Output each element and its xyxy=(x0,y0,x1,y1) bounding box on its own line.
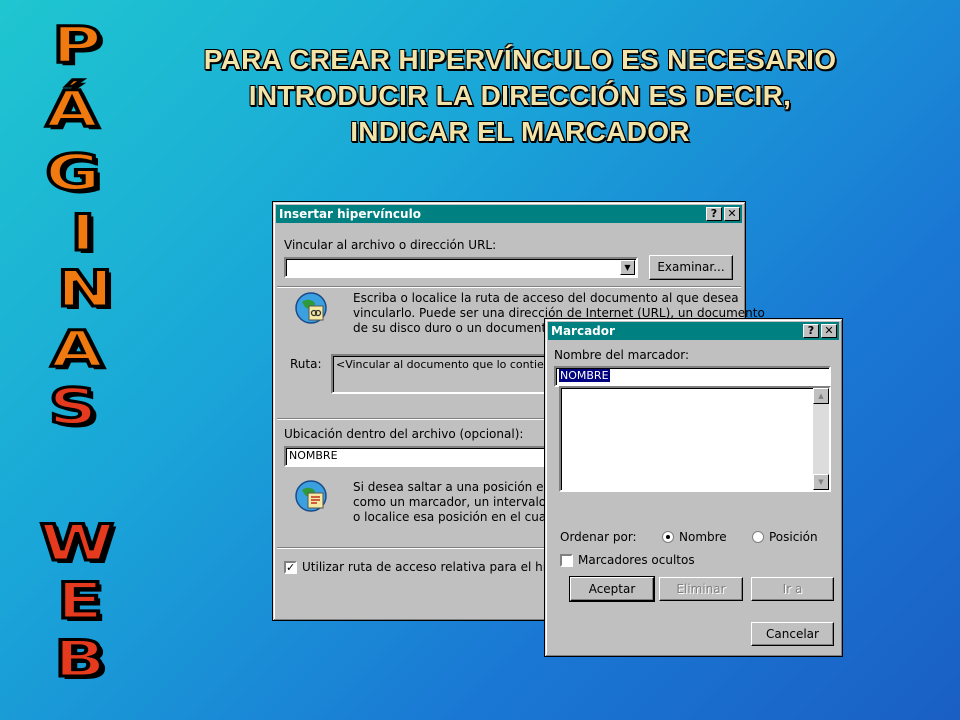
letter-p: P xyxy=(50,16,104,74)
accept-button[interactable]: Aceptar xyxy=(569,576,655,602)
insert-dialog-titlebar[interactable]: Insertar hipervínculo ? ✕ xyxy=(276,205,742,223)
goto-button[interactable]: Ir a xyxy=(751,577,834,601)
divider xyxy=(277,286,741,288)
sort-position-radio[interactable] xyxy=(752,531,764,543)
url-label: Vincular al archivo o dirección URL: xyxy=(284,238,497,252)
info2-line2: como un marcador, un intervalo o u xyxy=(353,495,569,509)
location-input[interactable]: NOMBRE xyxy=(284,446,564,467)
letter-n: N xyxy=(55,260,116,318)
hidden-bookmarks-label: Marcadores ocultos xyxy=(578,553,695,567)
letter-s: S xyxy=(47,378,100,436)
sort-name-label: Nombre xyxy=(679,530,727,544)
bookmark-name-input[interactable]: NOMBRE xyxy=(554,366,831,387)
hidden-bookmarks-checkbox[interactable] xyxy=(560,554,573,567)
bookmark-list[interactable]: ▲ ▼ xyxy=(559,386,831,492)
scroll-down-icon[interactable]: ▼ xyxy=(813,474,829,490)
location-value: NOMBRE xyxy=(289,449,338,462)
globe-link-icon xyxy=(295,292,327,324)
close-button[interactable]: ✕ xyxy=(821,324,837,338)
help-button[interactable]: ? xyxy=(803,324,819,338)
sort-label: Ordenar por: xyxy=(560,530,637,544)
location-label: Ubicación dentro del archivo (opcional): xyxy=(284,427,524,441)
path-label: Ruta: xyxy=(290,357,322,371)
globe-bookmark-icon xyxy=(295,480,327,512)
help-button[interactable]: ? xyxy=(706,207,722,221)
relative-path-label: Utilizar ruta de acceso relativa para el… xyxy=(302,560,566,574)
cancel-button[interactable]: Cancelar xyxy=(751,622,834,646)
close-button[interactable]: ✕ xyxy=(724,207,740,221)
delete-button[interactable]: Eliminar xyxy=(659,577,743,601)
scroll-up-icon[interactable]: ▲ xyxy=(813,388,829,404)
slide-title: PARA CREAR HIPERVÍNCULO ES NECESARIO INT… xyxy=(203,44,837,147)
bookmark-name-label: Nombre del marcador: xyxy=(554,348,690,362)
bookmark-dialog-titlebar[interactable]: Marcador ? ✕ xyxy=(548,322,839,340)
info2-line3: o localice esa posición en el cuadro xyxy=(353,510,566,524)
letter-w: W xyxy=(38,514,117,572)
info1-line3: de su disco duro o un documento de xyxy=(353,321,573,335)
bookmark-name-value: NOMBRE xyxy=(559,369,610,382)
bookmark-dialog: Marcador ? ✕ Nombre del marcador: NOMBRE… xyxy=(544,318,843,657)
sort-name-radio[interactable] xyxy=(662,531,674,543)
insert-dialog-title: Insertar hipervínculo xyxy=(279,207,421,221)
letter-a-accent: Á xyxy=(44,80,100,138)
bookmark-dialog-title: Marcador xyxy=(551,324,615,338)
path-value: <Vincular al documento que lo contien xyxy=(336,358,551,371)
url-combobox[interactable]: ▼ xyxy=(284,257,638,278)
info1-line1: Escriba o localice la ruta de acceso del… xyxy=(353,291,739,305)
letter-a: A xyxy=(49,320,105,378)
info2-line1: Si desea saltar a una posición espe xyxy=(353,480,565,494)
letter-e: E xyxy=(55,572,105,630)
browse-button[interactable]: Examinar... xyxy=(649,255,733,280)
chevron-down-icon[interactable]: ▼ xyxy=(620,260,635,275)
letter-i: I xyxy=(68,204,97,262)
bookmark-list-scrollbar[interactable]: ▲ ▼ xyxy=(813,388,829,490)
sort-position-label: Posición xyxy=(769,530,818,544)
relative-path-checkbox[interactable]: ✓ xyxy=(284,561,297,574)
letter-b: B xyxy=(52,630,108,688)
letter-g: G xyxy=(43,144,102,202)
